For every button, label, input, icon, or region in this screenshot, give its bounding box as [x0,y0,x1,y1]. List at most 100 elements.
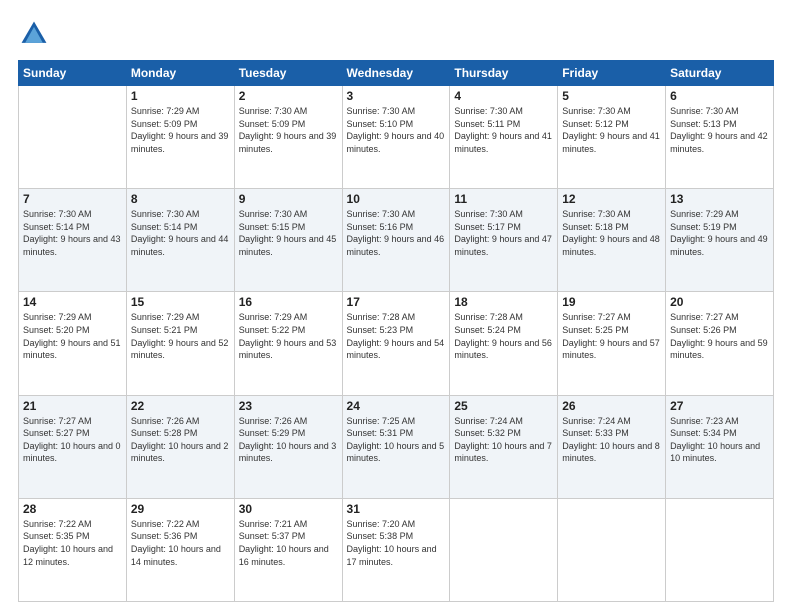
day-number: 15 [131,295,230,309]
day-info: Sunrise: 7:24 AMSunset: 5:33 PMDaylight:… [562,415,661,465]
day-info: Sunrise: 7:23 AMSunset: 5:34 PMDaylight:… [670,415,769,465]
day-info: Sunrise: 7:27 AMSunset: 5:27 PMDaylight:… [23,415,122,465]
calendar-cell: 26Sunrise: 7:24 AMSunset: 5:33 PMDayligh… [558,395,666,498]
day-info: Sunrise: 7:29 AMSunset: 5:22 PMDaylight:… [239,311,338,361]
day-number: 10 [347,192,446,206]
day-info: Sunrise: 7:30 AMSunset: 5:13 PMDaylight:… [670,105,769,155]
day-info: Sunrise: 7:20 AMSunset: 5:38 PMDaylight:… [347,518,446,568]
day-number: 31 [347,502,446,516]
day-number: 4 [454,89,553,103]
day-info: Sunrise: 7:29 AMSunset: 5:20 PMDaylight:… [23,311,122,361]
day-number: 14 [23,295,122,309]
day-number: 23 [239,399,338,413]
day-info: Sunrise: 7:29 AMSunset: 5:19 PMDaylight:… [670,208,769,258]
weekday-header-friday: Friday [558,61,666,86]
calendar-cell: 3 Sunrise: 7:30 AMSunset: 5:10 PMDaylight… [342,86,450,189]
calendar-cell: 8Sunrise: 7:30 AMSunset: 5:14 PMDaylight… [126,189,234,292]
calendar-cell: 31 Sunrise: 7:20 AMSunset: 5:38 PMDayligh… [342,498,450,601]
calendar-cell: 6 Sunrise: 7:30 AMSunset: 5:13 PMDaylight… [666,86,774,189]
calendar-cell: 11Sunrise: 7:30 AMSunset: 5:17 PMDayligh… [450,189,558,292]
calendar-cell: 5 Sunrise: 7:30 AMSunset: 5:12 PMDaylight… [558,86,666,189]
day-number: 25 [454,399,553,413]
calendar-cell: 21 Sunrise: 7:27 AMSunset: 5:27 PMDayligh… [19,395,127,498]
day-number: 30 [239,502,338,516]
calendar-cell: 7 Sunrise: 7:30 AMSunset: 5:14 PMDaylight… [19,189,127,292]
day-info: Sunrise: 7:28 AMSunset: 5:23 PMDaylight:… [347,311,446,361]
calendar-cell: 16 Sunrise: 7:29 AMSunset: 5:22 PMDayligh… [234,292,342,395]
calendar-cell: 20 Sunrise: 7:27 AMSunset: 5:26 PMDayligh… [666,292,774,395]
calendar-cell: 17 Sunrise: 7:28 AMSunset: 5:23 PMDayligh… [342,292,450,395]
day-info: Sunrise: 7:30 AMSunset: 5:17 PMDaylight:… [454,208,553,258]
calendar-cell: 19 Sunrise: 7:27 AMSunset: 5:25 PMDayligh… [558,292,666,395]
day-info: Sunrise: 7:30 AMSunset: 5:09 PMDaylight:… [239,105,338,155]
calendar-week-row: 7 Sunrise: 7:30 AMSunset: 5:14 PMDaylight… [19,189,774,292]
day-info: Sunrise: 7:26 AMSunset: 5:29 PMDaylight:… [239,415,338,465]
calendar-cell: 29 Sunrise: 7:22 AMSunset: 5:36 PMDayligh… [126,498,234,601]
day-info: Sunrise: 7:27 AMSunset: 5:26 PMDaylight:… [670,311,769,361]
calendar-cell [450,498,558,601]
day-number: 24 [347,399,446,413]
day-number: 18 [454,295,553,309]
calendar-cell: 2Sunrise: 7:30 AMSunset: 5:09 PMDaylight… [234,86,342,189]
day-info: Sunrise: 7:26 AMSunset: 5:28 PMDaylight:… [131,415,230,465]
day-info: Sunrise: 7:29 AMSunset: 5:21 PMDaylight:… [131,311,230,361]
day-info: Sunrise: 7:28 AMSunset: 5:24 PMDaylight:… [454,311,553,361]
day-info: Sunrise: 7:25 AMSunset: 5:31 PMDaylight:… [347,415,446,465]
day-number: 29 [131,502,230,516]
day-number: 22 [131,399,230,413]
day-number: 21 [23,399,122,413]
day-number: 27 [670,399,769,413]
day-info: Sunrise: 7:30 AMSunset: 5:10 PMDaylight:… [347,105,446,155]
day-info: Sunrise: 7:22 AMSunset: 5:36 PMDaylight:… [131,518,230,568]
calendar-cell: 13 Sunrise: 7:29 AMSunset: 5:19 PMDayligh… [666,189,774,292]
day-number: 12 [562,192,661,206]
day-number: 16 [239,295,338,309]
day-info: Sunrise: 7:27 AMSunset: 5:25 PMDaylight:… [562,311,661,361]
calendar-cell: 25 Sunrise: 7:24 AMSunset: 5:32 PMDayligh… [450,395,558,498]
header [18,18,774,50]
calendar-cell [558,498,666,601]
day-number: 6 [670,89,769,103]
calendar-table: SundayMondayTuesdayWednesdayThursdayFrid… [18,60,774,602]
day-info: Sunrise: 7:30 AMSunset: 5:14 PMDaylight:… [23,208,122,258]
day-number: 19 [562,295,661,309]
day-info: Sunrise: 7:30 AMSunset: 5:16 PMDaylight:… [347,208,446,258]
logo [18,18,56,50]
weekday-header-wednesday: Wednesday [342,61,450,86]
day-number: 13 [670,192,769,206]
page: SundayMondayTuesdayWednesdayThursdayFrid… [0,0,792,612]
calendar-week-row: 14 Sunrise: 7:29 AMSunset: 5:20 PMDayligh… [19,292,774,395]
day-number: 7 [23,192,122,206]
calendar-cell: 14 Sunrise: 7:29 AMSunset: 5:20 PMDayligh… [19,292,127,395]
day-number: 28 [23,502,122,516]
calendar-cell: 18 Sunrise: 7:28 AMSunset: 5:24 PMDayligh… [450,292,558,395]
calendar-cell: 28 Sunrise: 7:22 AMSunset: 5:35 PMDayligh… [19,498,127,601]
calendar-cell: 24 Sunrise: 7:25 AMSunset: 5:31 PMDayligh… [342,395,450,498]
day-info: Sunrise: 7:30 AMSunset: 5:15 PMDaylight:… [239,208,338,258]
day-info: Sunrise: 7:29 AMSunset: 5:09 PMDaylight:… [131,105,230,155]
day-number: 3 [347,89,446,103]
day-number: 1 [131,89,230,103]
day-number: 8 [131,192,230,206]
day-info: Sunrise: 7:24 AMSunset: 5:32 PMDaylight:… [454,415,553,465]
calendar-cell [19,86,127,189]
calendar-week-row: 28 Sunrise: 7:22 AMSunset: 5:35 PMDayligh… [19,498,774,601]
weekday-header-tuesday: Tuesday [234,61,342,86]
calendar-cell: 23 Sunrise: 7:26 AMSunset: 5:29 PMDayligh… [234,395,342,498]
day-info: Sunrise: 7:30 AMSunset: 5:18 PMDaylight:… [562,208,661,258]
day-number: 20 [670,295,769,309]
logo-icon [18,18,50,50]
calendar-cell: 1 Sunrise: 7:29 AMSunset: 5:09 PMDaylight… [126,86,234,189]
weekday-header-thursday: Thursday [450,61,558,86]
day-number: 17 [347,295,446,309]
day-number: 5 [562,89,661,103]
calendar-cell: 22 Sunrise: 7:26 AMSunset: 5:28 PMDayligh… [126,395,234,498]
calendar-week-row: 1 Sunrise: 7:29 AMSunset: 5:09 PMDaylight… [19,86,774,189]
weekday-header-sunday: Sunday [19,61,127,86]
day-info: Sunrise: 7:30 AMSunset: 5:12 PMDaylight:… [562,105,661,155]
day-info: Sunrise: 7:30 AMSunset: 5:11 PMDaylight:… [454,105,553,155]
day-info: Sunrise: 7:22 AMSunset: 5:35 PMDaylight:… [23,518,122,568]
calendar-cell: 12 Sunrise: 7:30 AMSunset: 5:18 PMDayligh… [558,189,666,292]
calendar-cell: 27 Sunrise: 7:23 AMSunset: 5:34 PMDayligh… [666,395,774,498]
day-number: 9 [239,192,338,206]
